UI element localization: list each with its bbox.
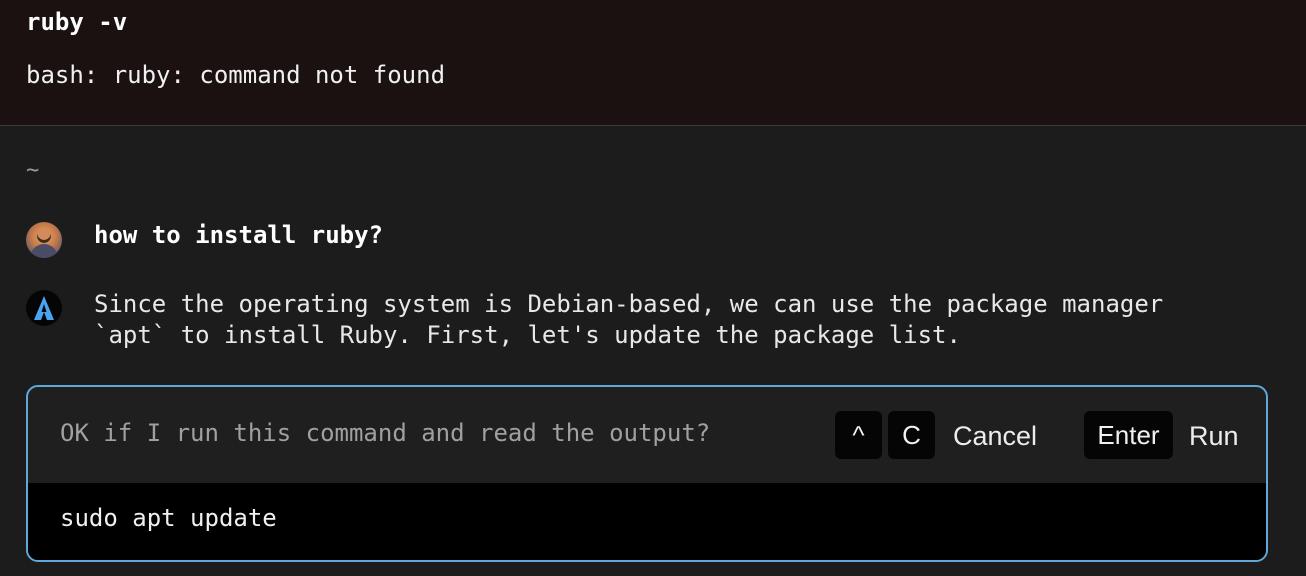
avatar-head — [37, 228, 51, 243]
permission-header: OK if I run this command and read the ou… — [28, 387, 1266, 483]
previous-command: ruby -v — [26, 8, 128, 36]
proposed-command-area: sudo apt update — [28, 483, 1266, 560]
ai-assistant-icon — [26, 290, 62, 326]
user-message: how to install ruby? — [94, 221, 383, 249]
current-directory: ~ — [26, 158, 40, 183]
ctrl-key-cap[interactable]: ^ — [835, 411, 882, 459]
permission-question: OK if I run this command and read the ou… — [60, 419, 711, 447]
command-permission-card: OK if I run this command and read the ou… — [26, 385, 1268, 562]
previous-command-block: ruby -v bash: ruby: command not found — [0, 0, 1306, 126]
c-key-cap[interactable]: C — [888, 411, 935, 459]
run-button[interactable]: Run — [1189, 421, 1239, 452]
proposed-command: sudo apt update — [60, 504, 277, 532]
avatar-shoulders — [30, 244, 58, 258]
previous-command-output: bash: ruby: command not found — [26, 61, 446, 89]
ai-logo-icon — [34, 296, 54, 320]
enter-key-cap[interactable]: Enter — [1084, 411, 1173, 459]
ai-message: Since the operating system is Debian-bas… — [94, 290, 1164, 349]
cancel-button[interactable]: Cancel — [953, 421, 1037, 452]
user-avatar — [26, 222, 62, 258]
